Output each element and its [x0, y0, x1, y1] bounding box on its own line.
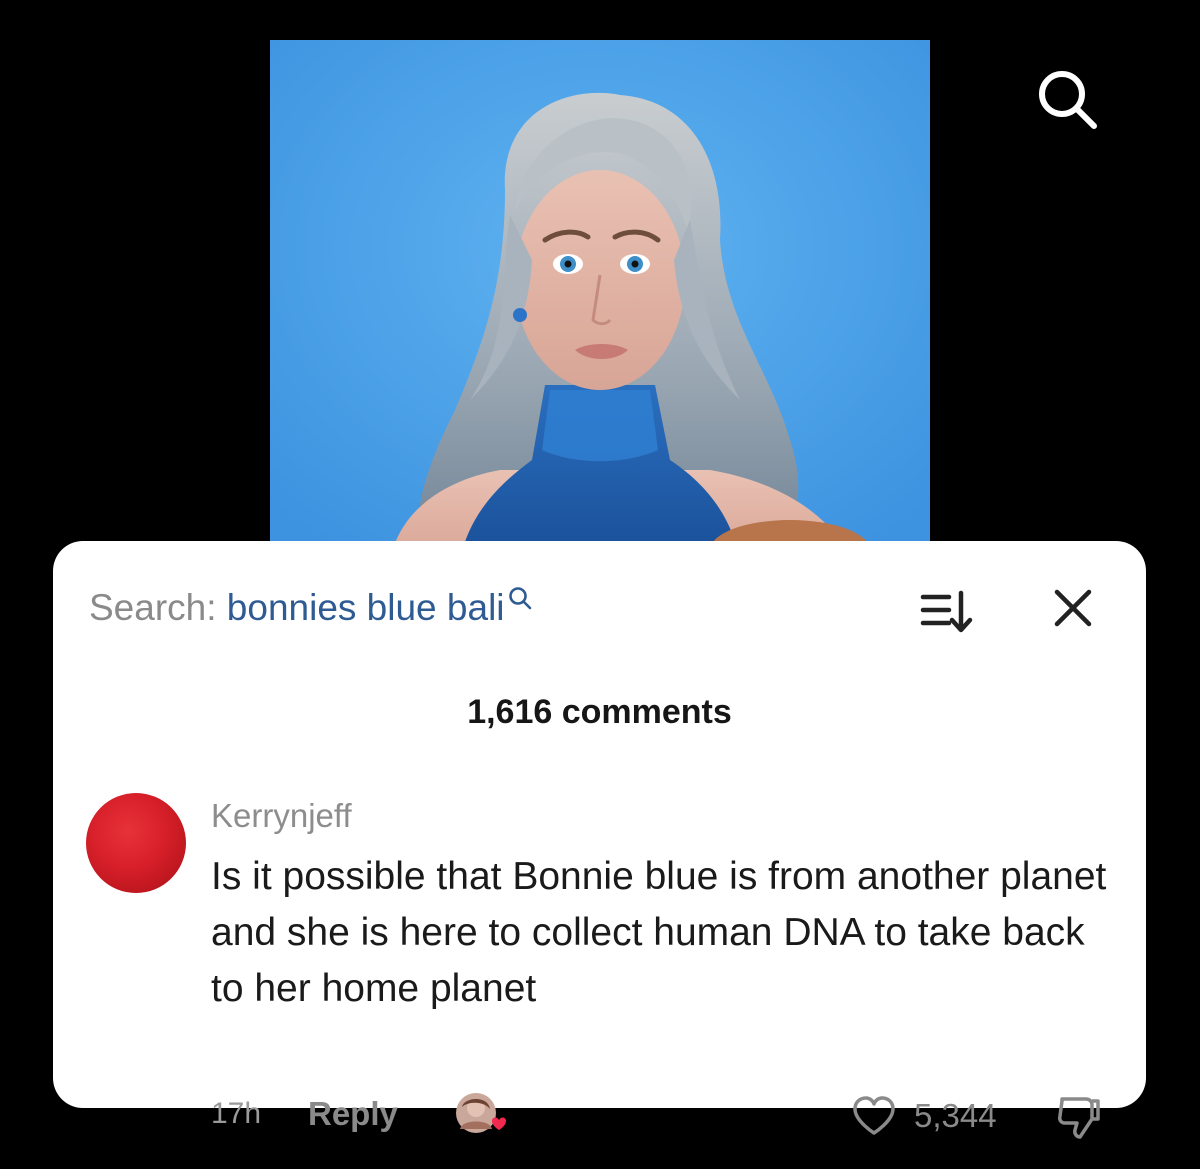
- creator-liked-avatar-icon: [456, 1093, 506, 1133]
- comment-text: Is it possible that Bonnie blue is from …: [211, 855, 1107, 1010]
- comment-count: 1,616 comments: [467, 693, 732, 731]
- video-portrait-image: [270, 40, 930, 560]
- search-prefix-label: Search:: [89, 587, 227, 628]
- comments-sheet: Search: bonnies blue bali 1,616 comments…: [53, 541, 1146, 1139]
- comment-search-bar[interactable]: Search: bonnies blue bali: [89, 587, 533, 629]
- heart-outline-icon[interactable]: [851, 1095, 897, 1137]
- comment-meta-row: 17h Reply 5,344: [211, 1091, 1111, 1141]
- search-query-icon[interactable]: [507, 585, 533, 611]
- sort-icon[interactable]: [919, 587, 977, 635]
- like-count: 5,344: [914, 1097, 997, 1134]
- search-query-link[interactable]: bonnies blue bali: [227, 587, 505, 628]
- video-frame[interactable]: [270, 40, 930, 560]
- thumbs-down-icon[interactable]: [1054, 1093, 1104, 1141]
- close-icon[interactable]: [1051, 586, 1095, 630]
- comment-username[interactable]: Kerrynjeff: [211, 797, 352, 835]
- reply-button[interactable]: Reply: [308, 1095, 398, 1133]
- comment-timestamp: 17h: [211, 1097, 262, 1130]
- search-icon[interactable]: [1030, 62, 1102, 134]
- avatar[interactable]: [86, 793, 186, 893]
